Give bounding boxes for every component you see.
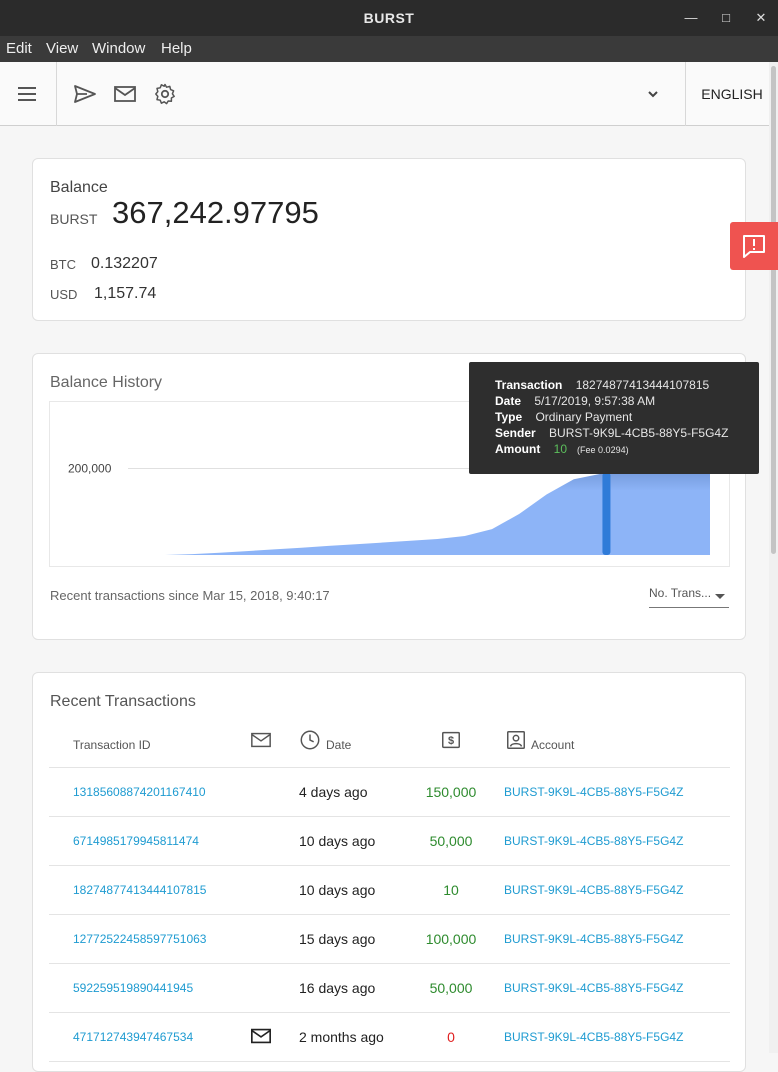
transaction-date: 10 days ago xyxy=(299,833,376,849)
row-divider xyxy=(49,865,730,866)
balance-unit: BURST xyxy=(50,211,98,227)
gear-icon[interactable] xyxy=(153,82,177,106)
transaction-id-link[interactable]: 6714985179945811474 xyxy=(73,834,199,848)
transaction-amount: 100,000 xyxy=(425,931,477,947)
transaction-date: 15 days ago xyxy=(299,931,376,947)
transaction-amount: 50,000 xyxy=(429,980,473,996)
balance-title: Balance xyxy=(50,179,108,196)
tooltip-transaction-value: 18274877413444107815 xyxy=(575,378,710,392)
transaction-account-link[interactable]: BURST-9K9L-4CB5-88Y5-F5G4Z xyxy=(504,883,683,897)
maximize-icon[interactable]: □ xyxy=(709,0,743,36)
transaction-account-link[interactable]: BURST-9K9L-4CB5-88Y5-F5G4Z xyxy=(504,932,683,946)
account-icon[interactable] xyxy=(505,729,527,751)
transaction-id-link[interactable]: 471712743947467534 xyxy=(73,1030,193,1044)
minimize-icon[interactable]: — xyxy=(674,0,708,36)
tooltip-transaction-label: Transaction xyxy=(495,378,563,392)
envelope-icon[interactable] xyxy=(113,82,137,106)
transaction-date: 4 days ago xyxy=(299,784,368,800)
chevron-down-icon[interactable] xyxy=(641,82,665,106)
transaction-id-link[interactable]: 592259519890441945 xyxy=(73,981,193,995)
tooltip-amount-label: Amount xyxy=(495,442,541,456)
transaction-tooltip: Transaction 18274877413444107815 Date 5/… xyxy=(469,362,759,474)
header-date[interactable]: Date xyxy=(326,738,351,752)
row-divider xyxy=(49,914,730,915)
transaction-amount: 50,000 xyxy=(429,833,473,849)
menu-help[interactable]: Help xyxy=(161,36,192,62)
row-divider xyxy=(49,1012,730,1013)
tooltip-fee: (Fee 0.0294) xyxy=(577,445,629,455)
tooltip-type-label: Type xyxy=(495,410,523,424)
header-divider xyxy=(49,767,730,768)
transaction-account-link[interactable]: BURST-9K9L-4CB5-88Y5-F5G4Z xyxy=(504,834,683,848)
transaction-amount: 0 xyxy=(447,1029,455,1045)
y-tick-label: 200,000 xyxy=(68,462,112,476)
header-transaction-id[interactable]: Transaction ID xyxy=(73,738,151,752)
title-bar: BURST — □ ✕ xyxy=(0,0,778,36)
toolbar-divider xyxy=(56,62,57,126)
usd-label: USD xyxy=(50,287,78,302)
dropdown-caret-icon xyxy=(715,594,725,599)
btc-label: BTC xyxy=(50,257,76,272)
highlighted-transaction-marker[interactable] xyxy=(602,472,611,555)
balance-card: Balance BURST 367,242.97795 BTC 0.132207… xyxy=(32,158,746,321)
menu-view[interactable]: View xyxy=(46,36,78,62)
window-title: BURST xyxy=(363,10,415,26)
tooltip-type-value: Ordinary Payment xyxy=(535,410,633,424)
tooltip-date-value: 5/17/2019, 9:57:38 AM xyxy=(534,394,656,408)
transaction-id-link[interactable]: 13185608874201167410 xyxy=(73,785,206,799)
tooltip-date-label: Date xyxy=(495,394,522,408)
report-issue-button[interactable] xyxy=(730,222,778,270)
transaction-amount: 150,000 xyxy=(425,784,477,800)
scrollbar-thumb[interactable] xyxy=(771,66,776,554)
transaction-id-link[interactable]: 18274877413444107815 xyxy=(73,883,206,897)
tooltip-sender-label: Sender xyxy=(495,426,536,440)
transaction-account-link[interactable]: BURST-9K9L-4CB5-88Y5-F5G4Z xyxy=(504,1030,683,1044)
transaction-date: 10 days ago xyxy=(299,882,376,898)
history-since-text: Recent transactions since Mar 15, 2018, … xyxy=(50,588,330,603)
envelope-icon[interactable] xyxy=(250,729,272,751)
chart-mode-select[interactable]: No. Trans... xyxy=(649,586,729,608)
usd-value: 1,157.74 xyxy=(94,285,157,302)
header-account[interactable]: Account xyxy=(531,738,574,752)
recent-transactions-title: Recent Transactions xyxy=(50,693,196,710)
menu-window[interactable]: Window xyxy=(92,36,145,62)
svg-text:$: $ xyxy=(448,735,454,747)
transaction-account-link[interactable]: BURST-9K9L-4CB5-88Y5-F5G4Z xyxy=(504,785,683,799)
transaction-id-link[interactable]: 12772522458597751063 xyxy=(73,932,206,946)
feedback-icon xyxy=(743,235,765,258)
tooltip-sender-value: BURST-9K9L-4CB5-88Y5-F5G4Z xyxy=(549,426,729,440)
message-envelope-icon[interactable] xyxy=(250,1025,272,1047)
btc-value: 0.132207 xyxy=(91,255,158,272)
chart-mode-value: No. Trans... xyxy=(649,586,712,600)
tooltip-amount-value: 10 xyxy=(553,442,568,456)
balance-history-title: Balance History xyxy=(50,374,163,391)
recent-transactions-card: Recent Transactions Transaction ID Date … xyxy=(32,672,746,1072)
close-icon[interactable]: ✕ xyxy=(744,0,778,36)
menu-edit[interactable]: Edit xyxy=(6,36,32,62)
row-divider xyxy=(49,1061,730,1062)
balance-amount: 367,242.97795 xyxy=(112,195,319,230)
transaction-amount: 10 xyxy=(443,882,459,898)
transaction-account-link[interactable]: BURST-9K9L-4CB5-88Y5-F5G4Z xyxy=(504,981,683,995)
language-selector[interactable]: ENGLISH xyxy=(686,62,778,126)
clock-icon[interactable] xyxy=(299,729,321,751)
menu-bar: Edit View Window Help xyxy=(0,36,778,62)
dollar-icon[interactable]: $ xyxy=(440,729,462,751)
transaction-date: 2 months ago xyxy=(299,1029,384,1045)
toolbar: ENGLISH xyxy=(0,62,778,126)
row-divider xyxy=(49,816,730,817)
hamburger-menu-icon[interactable] xyxy=(16,82,40,106)
transaction-date: 16 days ago xyxy=(299,980,376,996)
send-icon[interactable] xyxy=(73,82,97,106)
row-divider xyxy=(49,963,730,964)
